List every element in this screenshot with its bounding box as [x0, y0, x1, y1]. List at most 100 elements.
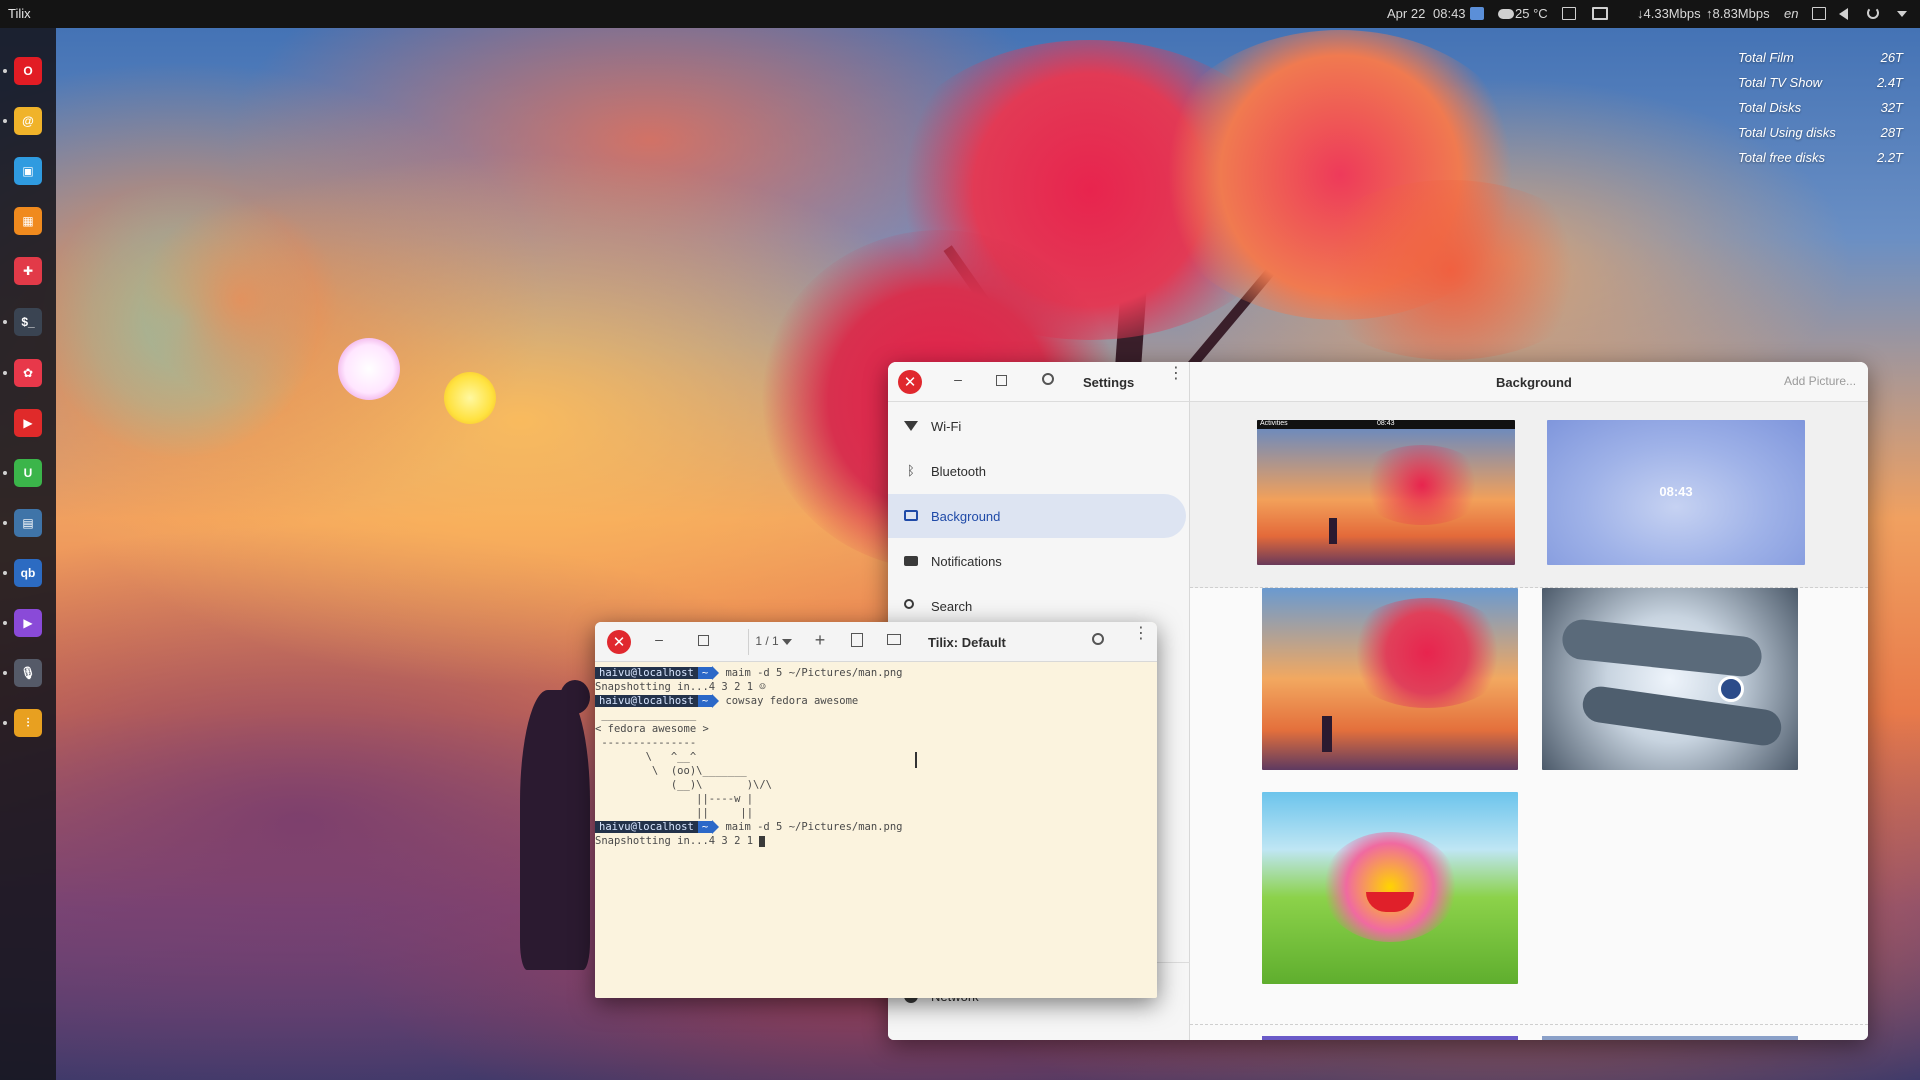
- dock: O @ ▣ ▦ ✚ $_ ✿ ▶ U ▤ qb ▶ 🎙 ⫶: [0, 28, 56, 1080]
- conky-label: Total Disks: [1738, 100, 1802, 115]
- running-indicator: [3, 521, 7, 525]
- wallpaper-thumbnail[interactable]: [1542, 1036, 1798, 1040]
- settings-title: Settings: [1083, 375, 1135, 390]
- terminal-line: haivu@localhost ~ maim -d 5 ~/Pictures/ma…: [595, 820, 1157, 834]
- settings-headerbar-left: ✕ – Settings ⋮: [888, 362, 1190, 402]
- wallpaper-thumbnail[interactable]: [1262, 1036, 1518, 1040]
- youtube-icon: ▶: [14, 409, 42, 437]
- date-label[interactable]: Apr 22: [1387, 6, 1425, 21]
- window-icon[interactable]: [1812, 7, 1826, 20]
- wallpaper-moon: [338, 338, 400, 400]
- session-counter[interactable]: 1 / 1: [747, 634, 787, 648]
- running-indicator: [3, 320, 7, 324]
- panel-title: Background: [1496, 375, 1572, 390]
- terminal-command: maim -d 5 ~/Pictures/man.png: [725, 667, 903, 679]
- close-button[interactable]: ✕: [898, 370, 922, 394]
- net-up-label[interactable]: ↑8.83Mbps: [1706, 6, 1770, 21]
- podcast-icon: 🎙: [14, 659, 42, 687]
- terminal-line: \ ^__^: [595, 751, 697, 763]
- keyboard-language-label[interactable]: en: [1784, 6, 1798, 21]
- conky-value: 2.2T: [1876, 150, 1903, 165]
- preview-time-label: 08:43: [1377, 420, 1395, 427]
- prompt-dir: ~: [697, 667, 713, 679]
- terminal-line: Snapshotting in...4 3 2 1: [595, 834, 1157, 848]
- split-vertical-icon[interactable]: [887, 634, 901, 645]
- dock-item-puzzle[interactable]: ✚: [13, 256, 43, 286]
- sidebar-item-wifi[interactable]: Wi-Fi: [888, 404, 1186, 448]
- dock-item-mail[interactable]: @: [13, 106, 43, 136]
- tilix-terminal-window: ✕ – 1 / 1 + Tilix: Default ⋮ haivu@local…: [595, 622, 1157, 998]
- search-icon: [904, 599, 918, 613]
- background-icon: [904, 509, 918, 523]
- background-panel: Activities 08:43 08:43: [1190, 402, 1868, 1040]
- lock-screen-background-preview[interactable]: 08:43: [1547, 420, 1805, 565]
- wallpaper-thumbnail[interactable]: [1262, 792, 1518, 984]
- prompt-arrow-icon: [712, 820, 720, 834]
- running-indicator: [3, 571, 7, 575]
- prompt-user: haivu@localhost: [595, 821, 698, 833]
- minimize-button[interactable]: –: [950, 371, 966, 387]
- volume-icon[interactable]: [1839, 8, 1848, 20]
- dock-item-podcast[interactable]: 🎙: [13, 658, 43, 688]
- chevron-down-icon[interactable]: [782, 639, 792, 645]
- mail-icon: @: [14, 107, 42, 135]
- dock-item-files[interactable]: ▣: [13, 156, 43, 186]
- active-app-name[interactable]: Tilix: [8, 6, 31, 21]
- prompt-arrow-icon: [712, 666, 720, 680]
- wallpaper-thumbnail[interactable]: [1262, 588, 1518, 770]
- top-panel: Tilix Apr 22 08:43 25 °C ↓4.33Mbps ↑8.83…: [0, 0, 1920, 28]
- cloud-icon[interactable]: [1498, 9, 1514, 19]
- menu-kebab-icon[interactable]: ⋮: [1168, 366, 1184, 382]
- dock-item-qbittorrent[interactable]: qb: [13, 558, 43, 588]
- search-icon[interactable]: [1042, 373, 1054, 385]
- terminal-command: maim -d 5 ~/Pictures/man.png: [725, 821, 903, 833]
- dock-item-archive[interactable]: ▦: [13, 206, 43, 236]
- search-icon[interactable]: [1092, 633, 1104, 645]
- clipboard-icon[interactable]: [1562, 7, 1576, 20]
- split-horizontal-icon[interactable]: [851, 633, 863, 647]
- dock-item-upwork[interactable]: U: [13, 458, 43, 488]
- chevron-down-icon[interactable]: [1897, 11, 1907, 17]
- wallpaper-figure: [520, 690, 590, 970]
- wallpaper-sun: [444, 372, 496, 424]
- power-icon[interactable]: [1867, 7, 1879, 19]
- terminal-line: || ||: [595, 807, 754, 819]
- dock-item-terminal[interactable]: $_: [13, 307, 43, 337]
- screen-icon[interactable]: [1592, 7, 1608, 20]
- equalizer-icon: ⫶: [14, 709, 42, 737]
- dock-item-media-player[interactable]: ▶: [13, 608, 43, 638]
- wallpaper-tree-canopy: [1300, 180, 1600, 360]
- close-icon: ✕: [612, 633, 626, 651]
- sidebar-item-bluetooth[interactable]: ᛒ Bluetooth: [888, 449, 1186, 493]
- net-down-label[interactable]: ↓4.33Mbps: [1637, 6, 1701, 21]
- dock-item-equalizer[interactable]: ⫶: [13, 708, 43, 738]
- time-label[interactable]: 08:43: [1433, 6, 1466, 21]
- wallpaper-lens-flare: [140, 200, 340, 400]
- add-picture-button[interactable]: Add Picture...: [1784, 374, 1856, 388]
- maximize-button[interactable]: [698, 635, 709, 646]
- sidebar-item-background[interactable]: Background: [888, 494, 1186, 538]
- terminal-line: _______________: [595, 709, 697, 721]
- terminal-output[interactable]: haivu@localhost ~ maim -d 5 ~/Pictures/ma…: [595, 662, 1157, 998]
- thumb-plane: [1580, 684, 1784, 748]
- pinwheel-icon: ✿: [14, 359, 42, 387]
- sidebar-item-notifications[interactable]: Notifications: [888, 539, 1186, 583]
- dock-item-pinwheel[interactable]: ✿: [13, 358, 43, 388]
- conky-label: Total free disks: [1738, 150, 1825, 165]
- maximize-button[interactable]: [996, 375, 1007, 386]
- conky-row: Total Disks 32T: [1738, 100, 1903, 125]
- weather-label[interactable]: 25 °C: [1515, 6, 1548, 21]
- add-session-button[interactable]: +: [813, 630, 827, 651]
- wallpaper-thumbnail[interactable]: [1542, 588, 1798, 770]
- conky-value: 2.4T: [1876, 75, 1903, 90]
- terminal-line: haivu@localhost ~ maim -d 5 ~/Pictures/ma…: [595, 666, 1157, 680]
- dock-item-monitor[interactable]: ▤: [13, 508, 43, 538]
- desktop-background-preview[interactable]: Activities 08:43: [1257, 420, 1515, 565]
- terminal-line: \ (oo)\_______: [595, 765, 747, 777]
- dock-item-opera[interactable]: O: [13, 56, 43, 86]
- menu-kebab-icon[interactable]: ⋮: [1133, 626, 1149, 642]
- calendar-icon[interactable]: [1470, 7, 1484, 20]
- close-button[interactable]: ✕: [607, 630, 631, 654]
- dock-item-youtube[interactable]: ▶: [13, 408, 43, 438]
- minimize-button[interactable]: –: [651, 631, 667, 647]
